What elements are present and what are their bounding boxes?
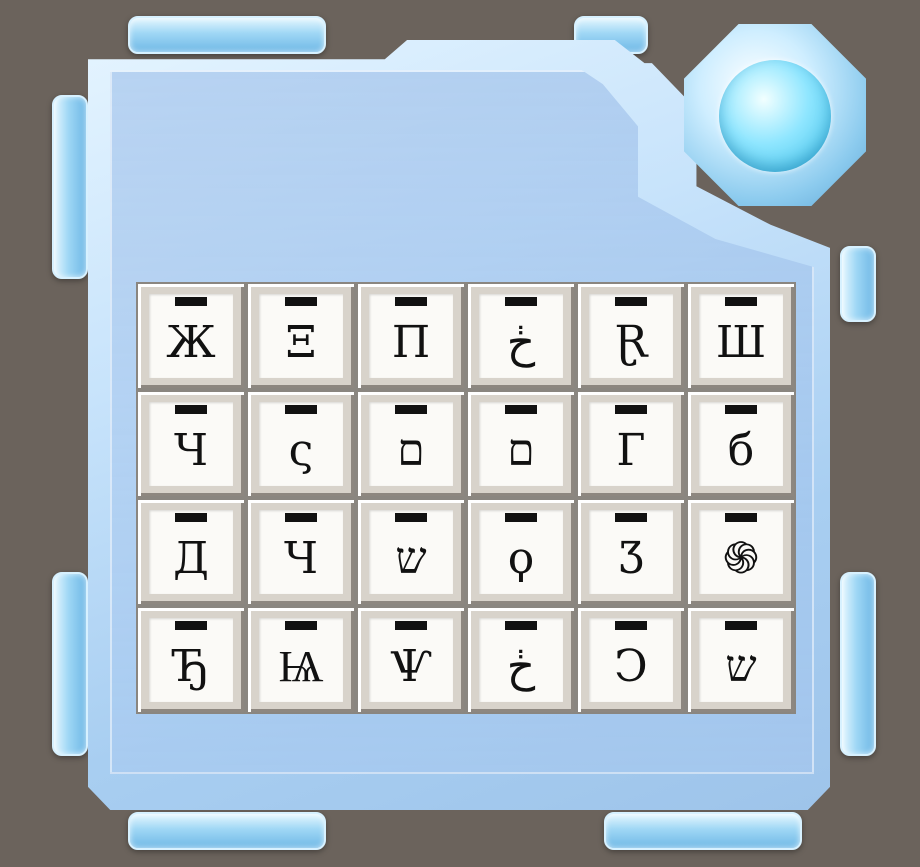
key-symbol: б (727, 425, 755, 476)
key-indicator (395, 297, 427, 306)
key-symbol: Ξ (285, 317, 317, 368)
key-symbol: Ɽ (614, 317, 648, 368)
status-light (719, 60, 831, 172)
frame-handle-bottom-left (128, 812, 326, 850)
key-r4-c4[interactable]: ڂ (468, 608, 574, 712)
key-r3-c6[interactable]: ֍ (688, 500, 794, 604)
key-r1-c6[interactable]: Ш (688, 284, 794, 388)
key-symbol: ڂ (506, 317, 536, 368)
key-symbol: Ш (715, 317, 767, 368)
key-indicator (725, 513, 757, 522)
key-symbol: Ч (283, 533, 318, 584)
key-r3-c4[interactable]: ϙ (468, 500, 574, 604)
key-indicator (615, 297, 647, 306)
key-symbol: Ѱ (390, 641, 432, 692)
key-symbol: Ѩ (278, 641, 324, 692)
key-indicator (285, 405, 317, 414)
frame-handle-left-bottom (52, 572, 88, 756)
key-indicator (505, 297, 537, 306)
key-symbol: Ђ (173, 641, 209, 692)
key-r1-c1[interactable]: Ж (138, 284, 244, 388)
key-r4-c6[interactable]: ש (688, 608, 794, 712)
key-indicator (615, 621, 647, 630)
key-indicator (175, 513, 207, 522)
key-indicator (395, 621, 427, 630)
key-r2-c1[interactable]: Ч (138, 392, 244, 496)
key-r3-c3[interactable]: ש (358, 500, 464, 604)
key-r4-c3[interactable]: Ѱ (358, 608, 464, 712)
key-indicator (505, 621, 537, 630)
key-indicator (175, 621, 207, 630)
key-symbol: ש (725, 641, 757, 692)
key-r2-c4[interactable]: ם (468, 392, 574, 496)
key-r3-c5[interactable]: Ʒ (578, 500, 684, 604)
key-symbol: П (391, 317, 431, 368)
key-symbol: Ж (166, 317, 216, 368)
key-r2-c3[interactable]: ם (358, 392, 464, 496)
key-indicator (505, 513, 537, 522)
key-r1-c2[interactable]: Ξ (248, 284, 354, 388)
key-symbol: Г (616, 425, 646, 476)
key-indicator (175, 405, 207, 414)
key-indicator (615, 513, 647, 522)
key-r1-c5[interactable]: Ɽ (578, 284, 684, 388)
key-symbol: ϙ (507, 533, 535, 584)
key-symbol: ם (397, 425, 425, 476)
key-indicator (285, 513, 317, 522)
frame-handle-top-left (128, 16, 326, 54)
key-r3-c1[interactable]: Д (138, 500, 244, 604)
key-indicator (285, 297, 317, 306)
key-symbol: Ʒ (618, 533, 644, 584)
key-indicator (395, 513, 427, 522)
key-symbol: Ͻ (614, 641, 648, 692)
key-r2-c2[interactable]: ς (248, 392, 354, 496)
module-frame: Ж Ξ П ڂ Ɽ Ш Ч ς ם ם Г б Д Ч ש ϙ Ʒ ֍ Ђ Ѩ … (0, 0, 920, 867)
key-r3-c2[interactable]: Ч (248, 500, 354, 604)
key-symbol: ڂ (506, 641, 536, 692)
frame-handle-right-bottom (840, 572, 876, 756)
frame-handle-right-top (840, 246, 876, 322)
key-r2-c5[interactable]: Г (578, 392, 684, 496)
key-r2-c6[interactable]: б (688, 392, 794, 496)
key-indicator (175, 297, 207, 306)
key-r1-c3[interactable]: П (358, 284, 464, 388)
key-indicator (285, 621, 317, 630)
key-indicator (395, 405, 427, 414)
frame-handle-left-top (52, 95, 88, 279)
key-symbol: ֍ (723, 533, 759, 584)
key-indicator (725, 405, 757, 414)
frame-handle-bottom-right (604, 812, 802, 850)
key-r4-c5[interactable]: Ͻ (578, 608, 684, 712)
key-indicator (615, 405, 647, 414)
key-indicator (725, 297, 757, 306)
key-symbol: ם (507, 425, 535, 476)
key-symbol: ς (288, 425, 314, 476)
key-indicator (725, 621, 757, 630)
key-indicator (505, 405, 537, 414)
key-symbol: Д (173, 533, 209, 584)
key-symbol: ש (395, 533, 427, 584)
key-symbol: Ч (173, 425, 208, 476)
key-r4-c2[interactable]: Ѩ (248, 608, 354, 712)
keypad-grid: Ж Ξ П ڂ Ɽ Ш Ч ς ם ם Г б Д Ч ש ϙ Ʒ ֍ Ђ Ѩ … (136, 282, 796, 714)
key-r1-c4[interactable]: ڂ (468, 284, 574, 388)
key-r4-c1[interactable]: Ђ (138, 608, 244, 712)
